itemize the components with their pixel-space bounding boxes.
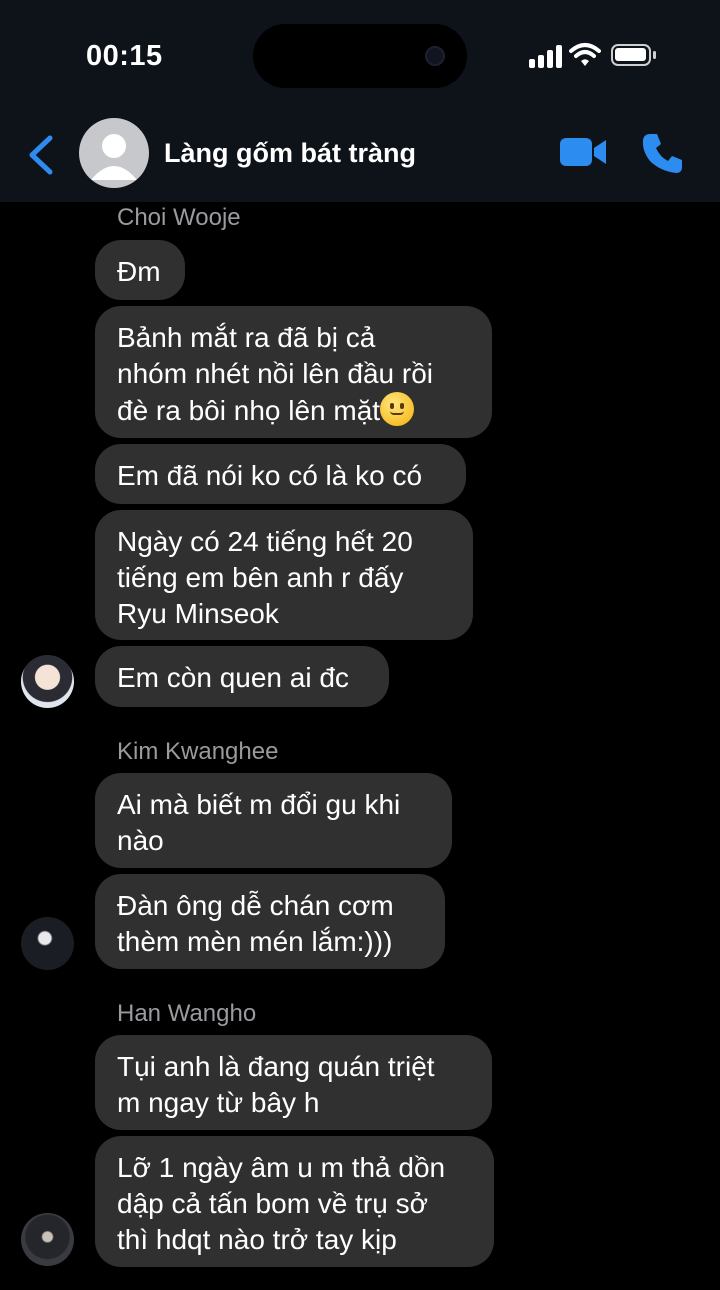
battery-icon xyxy=(611,44,656,66)
message-text: Đàn ông dễ chán cơm thèm mèn mén lắm:))) xyxy=(117,890,394,957)
message-bubble[interactable]: Đàn ông dễ chán cơm thèm mèn mén lắm:))) xyxy=(95,874,445,969)
message-text: Ngày có 24 tiếng hết 20 tiếng em bên anh… xyxy=(117,526,413,629)
sender-name: Kim Kwanghee xyxy=(117,738,279,765)
back-chevron-icon[interactable] xyxy=(22,132,62,178)
group-avatar[interactable] xyxy=(79,118,149,188)
message-bubble[interactable]: Đm xyxy=(95,240,185,300)
camera-icon xyxy=(425,46,445,66)
person-icon xyxy=(91,134,137,180)
sender-avatar[interactable] xyxy=(21,1213,74,1266)
chat-header: Làng gốm bát tràng xyxy=(0,110,720,202)
message-bubble[interactable]: Tụi anh là đang quán triệt m ngay từ bây… xyxy=(95,1035,492,1130)
sender-name: Choi Wooje xyxy=(117,204,241,231)
message-text: Ai mà biết m đổi gu khi nào xyxy=(117,789,401,856)
message-text: Lỡ 1 ngày âm u m thả dồn dập cả tấn bom … xyxy=(117,1152,446,1255)
message-text: Tụi anh là đang quán triệt m ngay từ bây… xyxy=(117,1051,435,1118)
message-text: Em còn quen ai đc xyxy=(117,662,349,693)
message-text: Em đã nói ko có là ko có xyxy=(117,460,423,491)
group-name[interactable]: Làng gốm bát tràng xyxy=(164,138,416,169)
message-text: Đm xyxy=(117,256,161,287)
message-bubble[interactable]: Em còn quen ai đc xyxy=(95,646,389,707)
message-bubble[interactable]: Em đã nói ko có là ko có xyxy=(95,444,466,504)
message-bubble[interactable]: Ai mà biết m đổi gu khi nào xyxy=(95,773,452,868)
video-call-icon[interactable] xyxy=(558,134,608,170)
message-bubble[interactable]: Ngày có 24 tiếng hết 20 tiếng em bên anh… xyxy=(95,510,473,640)
sender-avatar[interactable] xyxy=(21,655,74,708)
dynamic-island xyxy=(253,24,467,88)
wifi-icon xyxy=(569,43,601,66)
sender-avatar[interactable] xyxy=(21,917,74,970)
message-bubble[interactable]: Lỡ 1 ngày âm u m thả dồn dập cả tấn bom … xyxy=(95,1136,494,1267)
phone-call-icon[interactable] xyxy=(640,130,686,176)
sender-name: Han Wangho xyxy=(117,1000,257,1027)
status-time: 00:15 xyxy=(86,40,163,72)
smile-emoji-icon xyxy=(380,392,415,426)
status-bar: 00:15 xyxy=(0,0,720,110)
signal-icon xyxy=(529,44,565,68)
message-bubble[interactable]: Bảnh mắt ra đã bị cả nhóm nhét nồi lên đ… xyxy=(95,306,492,438)
